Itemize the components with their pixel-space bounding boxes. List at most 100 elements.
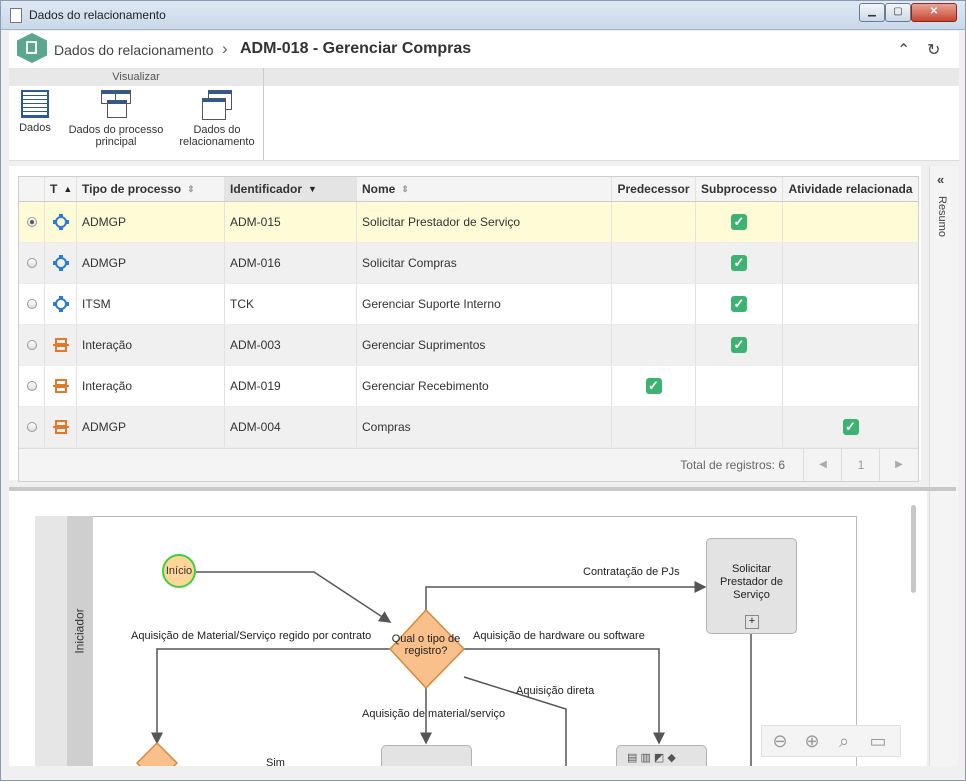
page-number[interactable]: 1 bbox=[841, 449, 880, 481]
relationship-data-button[interactable]: Dados do relacionamento bbox=[177, 90, 257, 148]
name-cell-text: Gerenciar Suporte Interno bbox=[362, 297, 501, 311]
ribbon-separator bbox=[263, 68, 264, 160]
page-title: ADM-018 - Gerenciar Compras bbox=[240, 40, 472, 57]
process-type-cell: ADMGP bbox=[77, 243, 225, 283]
row-select-cell[interactable] bbox=[19, 284, 45, 324]
header-type[interactable]: T ▲ bbox=[45, 177, 77, 201]
header-name-label: Nome bbox=[362, 182, 396, 196]
grid-footer: Total de registros: 6 ◀ 1 ▶ bbox=[19, 448, 918, 481]
ribbon-toolbar: Visualizar Dados Dados do processo princ… bbox=[9, 68, 959, 161]
minimize-button[interactable]: ▁ bbox=[859, 3, 885, 22]
predecessor-cell bbox=[612, 202, 696, 242]
name-cell-text: Gerenciar Suprimentos bbox=[362, 338, 486, 352]
task-material[interactable] bbox=[381, 745, 472, 766]
flow-label-material: Aquisição de material/serviço bbox=[362, 708, 506, 720]
process-orange-icon bbox=[52, 379, 69, 393]
dados-label: Dados bbox=[19, 122, 51, 134]
row-radio[interactable] bbox=[26, 381, 37, 391]
row-select-cell[interactable] bbox=[19, 243, 45, 283]
identifier-cell-text: ADM-019 bbox=[230, 379, 281, 393]
total-records: Total de registros: 6 bbox=[680, 458, 785, 472]
expand-left-icon[interactable]: « bbox=[937, 172, 944, 187]
process-type-cell: Interação bbox=[77, 325, 225, 365]
row-radio[interactable] bbox=[26, 340, 37, 350]
process-blue-icon bbox=[52, 296, 69, 312]
zoom-toolbar: ⊖ ⊕ ⌕ ▭ bbox=[761, 725, 901, 757]
name-cell: Gerenciar Suprimentos bbox=[357, 325, 612, 365]
grid-body: ADMGP ADM-015 Solicitar Prestador de Servi… bbox=[19, 202, 918, 448]
summary-side-panel[interactable]: « Resumo bbox=[929, 166, 958, 766]
table-row[interactable]: ADMGP ADM-016 Solicitar Compras ✓ bbox=[19, 243, 918, 284]
check-icon: ✓ bbox=[731, 296, 747, 312]
refresh-icon[interactable]: ↻ bbox=[927, 40, 940, 60]
sort-icon: ⇕ bbox=[401, 183, 409, 194]
start-event-label: Início bbox=[165, 565, 193, 577]
header-related-activity[interactable]: Atividade relacionada bbox=[783, 177, 918, 201]
name-cell-text: Gerenciar Recebimento bbox=[362, 379, 489, 393]
main-process-data-button[interactable]: Dados do processo principal bbox=[64, 90, 168, 148]
predecessor-cell bbox=[612, 243, 696, 283]
prev-page-button[interactable]: ◀ bbox=[803, 449, 842, 481]
row-select-cell[interactable] bbox=[19, 325, 45, 365]
table-row[interactable]: ADMGP ADM-015 Solicitar Prestador de Servi… bbox=[19, 202, 918, 243]
next-page-button[interactable]: ▶ bbox=[879, 449, 918, 481]
related-activity-cell bbox=[783, 284, 918, 324]
identifier-cell-text: ADM-003 bbox=[230, 338, 281, 352]
zoom-fit-icon[interactable]: ⌕ bbox=[832, 729, 856, 753]
header-name[interactable]: Nome ⇕ bbox=[357, 177, 612, 201]
task-hardware[interactable]: ▤ ▥ ◩ ◆ bbox=[616, 745, 707, 766]
task-solicitar-prestador[interactable]: Solicitar Prestador de Serviço + bbox=[706, 538, 797, 634]
process-type-cell: ADMGP bbox=[77, 407, 225, 447]
header-identifier[interactable]: Identificador ▼ bbox=[225, 177, 357, 201]
predecessor-cell bbox=[612, 407, 696, 447]
row-radio[interactable] bbox=[26, 258, 37, 268]
task-label-1: Solicitar bbox=[731, 563, 772, 575]
row-radio[interactable] bbox=[26, 217, 37, 227]
ribbon-group-label: Visualizar bbox=[9, 68, 264, 86]
process-orange-icon bbox=[52, 420, 69, 434]
flow-label-contrato: Aquisição de Material/Serviço regido por… bbox=[131, 630, 372, 642]
related-activity-cell bbox=[783, 366, 918, 406]
add-folder-icon[interactable]: ▭ bbox=[866, 729, 890, 753]
identifier-cell-text: ADM-004 bbox=[230, 420, 281, 434]
row-select-cell[interactable] bbox=[19, 407, 45, 447]
row-select-cell[interactable] bbox=[19, 202, 45, 242]
window: Dados do relacionamento ▁ ▢ ✕ Dados do r… bbox=[0, 0, 966, 781]
table-row[interactable]: ADMGP ADM-004 Compras ✓ bbox=[19, 407, 918, 448]
task-label-3: Serviço bbox=[733, 589, 770, 601]
related-activity-cell: ✓ bbox=[783, 407, 918, 447]
maximize-button[interactable]: ▢ bbox=[885, 3, 911, 22]
header-predecessor[interactable]: Predecessor bbox=[612, 177, 696, 201]
start-event[interactable]: Início bbox=[162, 554, 196, 588]
close-button[interactable]: ✕ bbox=[911, 3, 957, 22]
zoom-out-icon[interactable]: ⊖ bbox=[768, 729, 792, 753]
header-subprocess[interactable]: Subprocesso bbox=[696, 177, 783, 201]
process-type-cell-text: ADMGP bbox=[82, 420, 127, 434]
name-cell-text: Solicitar Compras bbox=[362, 256, 457, 270]
table-row[interactable]: Interação ADM-003 Gerenciar Suprimentos ✓ bbox=[19, 325, 918, 366]
dados-button[interactable]: Dados bbox=[17, 90, 53, 134]
table-row[interactable]: ITSM TCK Gerenciar Suporte Interno ✓ bbox=[19, 284, 918, 325]
related-activity-cell bbox=[783, 202, 918, 242]
identifier-cell-text: ADM-015 bbox=[230, 215, 281, 229]
row-radio[interactable] bbox=[26, 299, 37, 309]
header-process-type[interactable]: Tipo de processo ⇕ bbox=[77, 177, 225, 201]
relationship-grid: T ▲ Tipo de processo ⇕ Identificador ▼ Nome… bbox=[18, 176, 919, 482]
process-type-cell: ADMGP bbox=[77, 202, 225, 242]
windows-stack-icon bbox=[202, 90, 232, 120]
predecessor-cell: ✓ bbox=[612, 366, 696, 406]
row-radio[interactable] bbox=[26, 422, 37, 432]
gateway-label: Qual o tipo de registro? bbox=[391, 633, 461, 657]
identifier-cell: ADM-003 bbox=[225, 325, 357, 365]
zoom-in-icon[interactable]: ⊕ bbox=[800, 729, 824, 753]
breadcrumb-parent[interactable]: Dados do relacionamento bbox=[54, 42, 214, 58]
identifier-cell-text: TCK bbox=[230, 297, 254, 311]
list-icon bbox=[21, 90, 49, 118]
table-row[interactable]: Interação ADM-019 Gerenciar Recebimento ✓ bbox=[19, 366, 918, 407]
diagram-scrollbar[interactable] bbox=[911, 505, 916, 593]
identifier-cell: ADM-004 bbox=[225, 407, 357, 447]
related-activity-cell bbox=[783, 243, 918, 283]
collapse-icon[interactable]: ⌃ bbox=[897, 40, 910, 60]
row-select-cell[interactable] bbox=[19, 366, 45, 406]
expand-subprocess-icon[interactable]: + bbox=[745, 615, 759, 629]
